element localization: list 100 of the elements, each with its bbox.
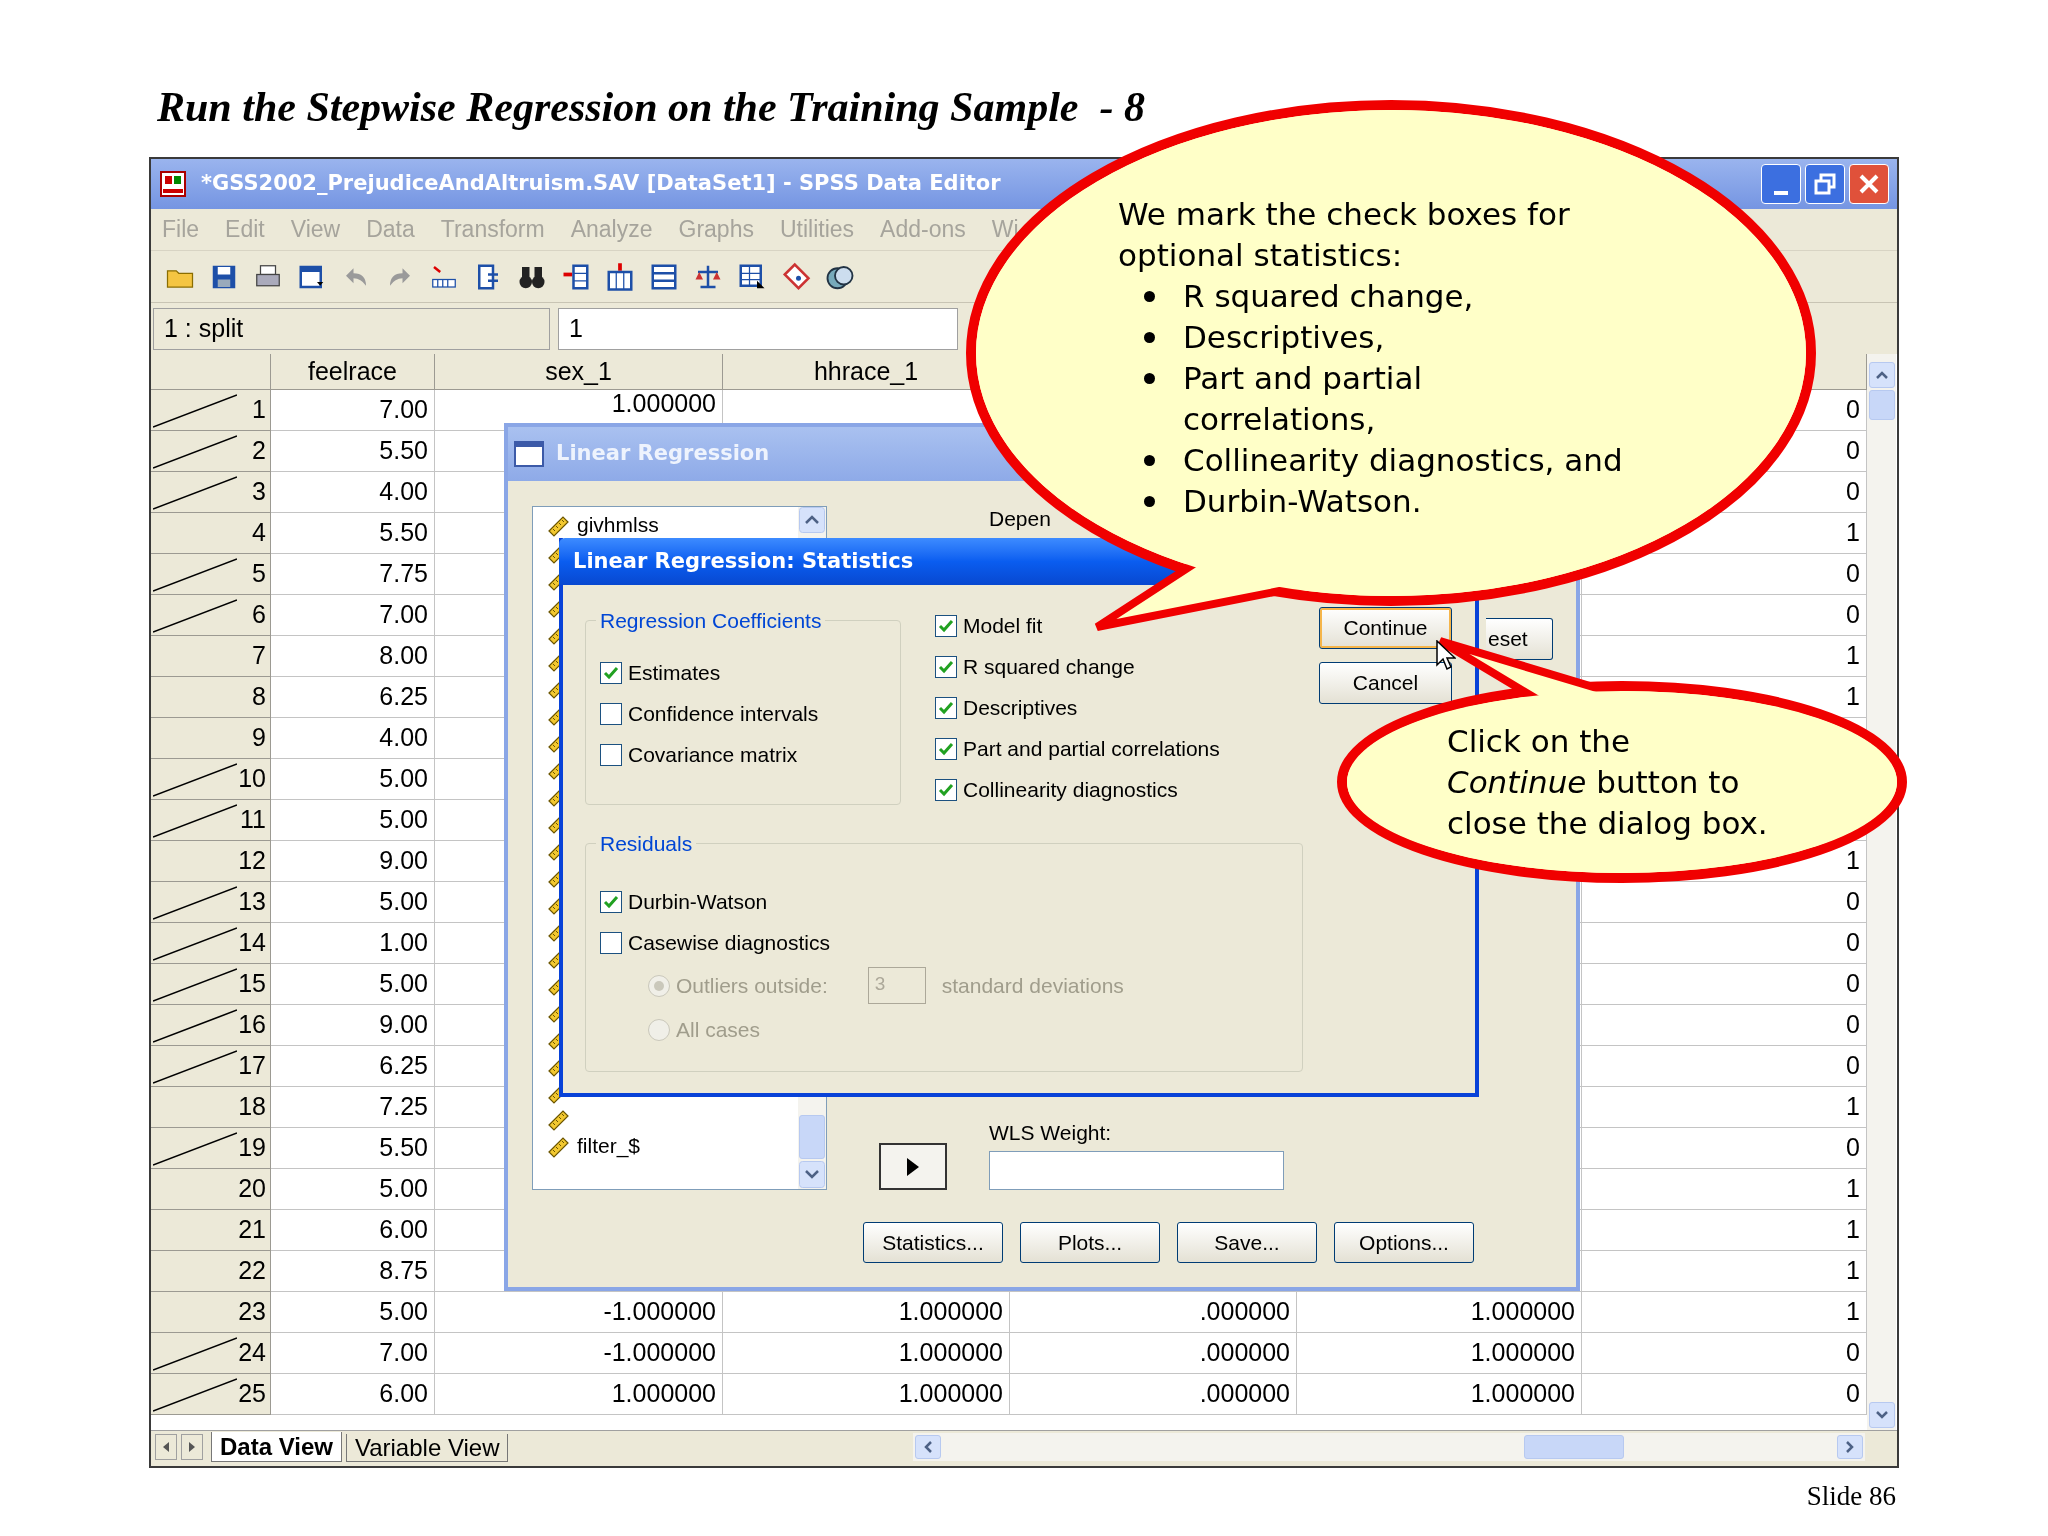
checkbox[interactable] <box>600 703 622 725</box>
checkbox[interactable] <box>935 655 957 678</box>
minimize-button[interactable] <box>1761 164 1801 204</box>
dialog-button[interactable]: eset <box>1486 618 1553 660</box>
checkbox[interactable] <box>600 932 622 954</box>
row-header[interactable]: 14 <box>151 923 271 964</box>
scroll-down-button[interactable] <box>799 1159 825 1189</box>
row-header[interactable]: 15 <box>151 964 271 1005</box>
dialog-button[interactable]: Continue <box>1319 607 1452 649</box>
triangle-left-icon <box>162 1440 170 1453</box>
table-cell: 5.00 <box>271 882 435 923</box>
row-header[interactable]: 1 <box>151 390 271 431</box>
row-header[interactable]: 5 <box>151 554 271 595</box>
caret-right-icon <box>1845 1439 1855 1454</box>
cell-value-field[interactable]: 1 <box>558 307 958 350</box>
move-button[interactable] <box>879 1143 947 1190</box>
close-button[interactable] <box>1849 164 1889 204</box>
horizontal-scrollbar[interactable] <box>913 1432 1865 1461</box>
checkbox[interactable] <box>600 662 622 684</box>
table-cell: 5.00 <box>271 800 435 841</box>
row-header[interactable]: 25 <box>151 1374 271 1415</box>
row-header[interactable]: 13 <box>151 882 271 923</box>
row-header[interactable]: 23 <box>151 1292 271 1333</box>
vertical-scrollbar[interactable] <box>1867 354 1896 1430</box>
list-item[interactable]: filter_$ <box>577 1129 641 1162</box>
checkbox[interactable] <box>600 891 622 913</box>
checkbox[interactable] <box>600 744 622 766</box>
scroll-thumb[interactable] <box>1524 1434 1624 1459</box>
tag-icon[interactable] <box>781 261 811 292</box>
table-cell: 1.000000 <box>1297 1292 1582 1333</box>
close-icon <box>1857 172 1881 196</box>
row-header[interactable]: 22 <box>151 1251 271 1292</box>
row-header[interactable]: 4 <box>151 513 271 554</box>
row-header[interactable]: 21 <box>151 1210 271 1251</box>
dialog-button[interactable]: Options... <box>1334 1222 1474 1263</box>
dialog-button[interactable]: Save... <box>1177 1222 1317 1263</box>
row-header[interactable]: 20 <box>151 1169 271 1210</box>
row-header[interactable]: 11 <box>151 800 271 841</box>
dialog-button[interactable]: Plots... <box>1020 1222 1160 1263</box>
sheet-tab[interactable]: Variable View <box>345 1434 509 1462</box>
table-cell: 5.50 <box>271 513 435 554</box>
dialog-title: Linear Regression: Statistics <box>573 547 914 575</box>
column-header[interactable]: feelrace <box>271 354 435 390</box>
app-icon <box>159 169 189 199</box>
scroll-right-button[interactable] <box>1837 1434 1863 1459</box>
row-header[interactable]: 12 <box>151 841 271 882</box>
row-header[interactable]: 18 <box>151 1087 271 1128</box>
checkbox-label: R squared change <box>963 653 1135 680</box>
bullet-icon <box>1144 332 1155 343</box>
checkbox-label: Collinearity diagnostics <box>963 776 1178 803</box>
table-cell: 1 <box>1582 1292 1867 1333</box>
row-header[interactable]: 2 <box>151 431 271 472</box>
row-header[interactable]: 8 <box>151 677 271 718</box>
row-header[interactable]: 6 <box>151 595 271 636</box>
row-header[interactable]: 7 <box>151 636 271 677</box>
callout-text: Click on the Continue button to close the dialog box. <box>1447 722 1768 843</box>
scroll-thumb[interactable] <box>1868 390 1895 420</box>
row-header[interactable]: 9 <box>151 718 271 759</box>
row-header[interactable]: 16 <box>151 1005 271 1046</box>
slide-number: Slide 86 <box>1806 1480 1896 1513</box>
row-header[interactable]: 17 <box>151 1046 271 1087</box>
scroll-up-button[interactable] <box>1868 362 1895 388</box>
table-cell: 7.00 <box>271 1333 435 1374</box>
restore-button[interactable] <box>1805 164 1845 204</box>
dialog-button[interactable]: Cancel <box>1319 662 1452 704</box>
table-cell: 5.00 <box>271 759 435 800</box>
scroll-down-button[interactable] <box>1868 1402 1895 1428</box>
dialog-button[interactable]: Statistics... <box>863 1222 1003 1263</box>
checkbox-label: Casewise diagnostics <box>628 930 830 957</box>
checkbox[interactable] <box>935 696 957 719</box>
checkbox[interactable] <box>935 614 957 637</box>
cell-reference-field[interactable]: 1 : split <box>153 307 550 350</box>
checkbox[interactable] <box>935 737 957 760</box>
table-cell: 4.00 <box>271 718 435 759</box>
row-header[interactable]: 24 <box>151 1333 271 1374</box>
row-header[interactable]: 19 <box>151 1128 271 1169</box>
column-header[interactable]: sex_1 <box>435 354 723 390</box>
row-header[interactable]: 3 <box>151 472 271 513</box>
row-header[interactable]: 10 <box>151 759 271 800</box>
scroll-thumb[interactable] <box>799 1115 825 1159</box>
table-cell: 5.00 <box>271 1169 435 1210</box>
table-cell: 1 <box>1582 1210 1867 1251</box>
table-cell: 0 <box>1582 595 1867 636</box>
input-field[interactable] <box>989 1151 1284 1190</box>
table-cell: .000000 <box>1010 1333 1297 1374</box>
list-item[interactable]: givhmlss <box>577 508 659 541</box>
previous-sheet-button[interactable] <box>155 1433 177 1460</box>
checkbox-label: Descriptives <box>963 694 1078 721</box>
sheet-tab[interactable]: Data View <box>211 1432 342 1462</box>
checkbox-label: Covariance matrix <box>628 742 798 769</box>
next-sheet-button[interactable] <box>181 1433 203 1460</box>
caret-down-icon <box>1874 1410 1889 1420</box>
scroll-left-button[interactable] <box>915 1434 941 1459</box>
table-cell: 5.00 <box>271 1292 435 1333</box>
table-cell: 1.000000 <box>723 1292 1010 1333</box>
field-label: WLS Weight: <box>989 1120 1112 1146</box>
checkbox[interactable] <box>935 778 957 801</box>
scroll-up-button[interactable] <box>799 507 825 533</box>
row-insert-icon[interactable] <box>605 261 635 292</box>
bullet-text: Part and partial correlations, <box>1183 359 1423 439</box>
